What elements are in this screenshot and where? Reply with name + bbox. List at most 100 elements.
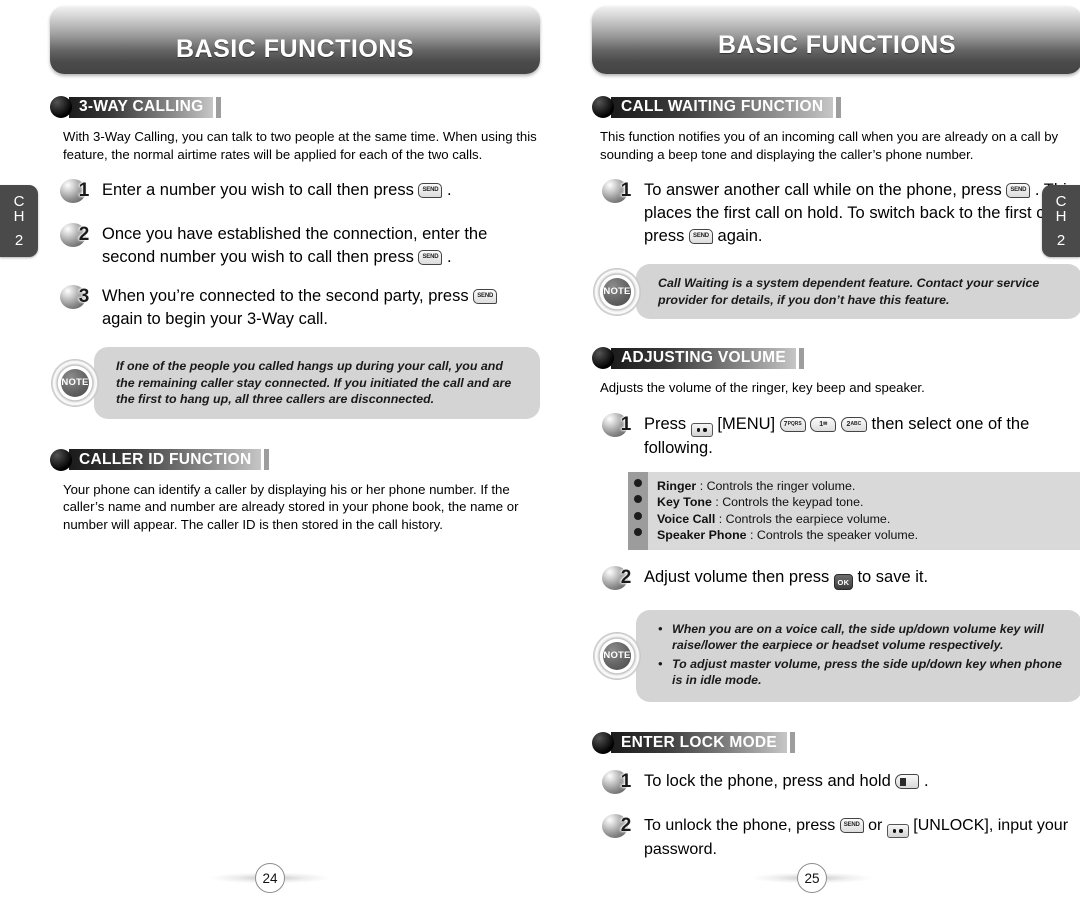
chapter-tab-right: C H 2	[1042, 185, 1080, 257]
key-7-sublabel: PQRS	[787, 420, 802, 427]
section-intro-adjusting-volume: Adjusts the volume of the ringer, key be…	[600, 380, 925, 395]
chapter-tab-letter-h: H	[13, 208, 25, 225]
step-number-badge: 1	[602, 411, 638, 441]
page-banner-left: BASIC FUNCTIONS	[50, 6, 540, 74]
note-box: NOTE • When you are on a voice call, the…	[594, 609, 1080, 702]
section-header-3way-calling: 3-WAY CALLING	[50, 96, 540, 118]
section-header-tick	[836, 96, 842, 118]
note-badge-icon: NOTE	[594, 268, 640, 315]
chapter-tab-letter-h: H	[1055, 208, 1067, 225]
chapter-tab-left: C H 2	[0, 185, 38, 257]
note-list-item: • When you are on a voice call, the side…	[658, 621, 1066, 654]
section-header-label: ADJUSTING VOLUME	[611, 347, 796, 369]
step-text: Adjust volume then press OK to save it.	[644, 564, 928, 590]
step-number: 2	[620, 566, 632, 588]
option-name: Speaker Phone	[657, 528, 747, 543]
send-key-icon: SEND	[1006, 183, 1031, 198]
step-number: 1	[620, 770, 632, 792]
note-badge-icon: NOTE	[594, 632, 640, 679]
chapter-tab-letter-c: C	[13, 193, 25, 210]
menu-key-label: [MENU]	[717, 414, 776, 433]
page-number-left: 24	[210, 861, 330, 895]
section-header-label: ENTER LOCK MODE	[611, 732, 788, 754]
note-badge-label: NOTE	[603, 641, 631, 670]
list-item: Speaker Phone : Controls the speaker vol…	[657, 527, 918, 544]
key-1-icon: 1✉	[810, 416, 837, 432]
section-header-tick	[264, 449, 270, 470]
menu-key-icon	[690, 422, 713, 437]
bullet-icon	[634, 495, 642, 504]
section-intro-3way: With 3-Way Calling, you can talk to two …	[63, 129, 537, 162]
note-text: Call Waiting is a system dependent featu…	[658, 276, 1040, 307]
banner-title: BASIC FUNCTIONS	[175, 35, 415, 63]
list-item: Key Tone : Controls the keypad tone.	[657, 494, 918, 511]
note-text: When you are on a voice call, the side u…	[672, 621, 1044, 653]
bullet-icon	[634, 528, 642, 537]
step-text: To answer another call while on the phon…	[644, 177, 1080, 248]
volume-options-box: Ringer : Controls the ringer volume. Key…	[628, 471, 1080, 550]
step-number: 2	[78, 224, 90, 245]
unlock-key-label: [UNLOCK],	[913, 816, 994, 834]
note-badge-label: NOTE	[603, 277, 631, 306]
step-number-badge: 1	[602, 177, 638, 207]
step-text-part1: Press	[644, 414, 687, 433]
page-number-value: 24	[255, 863, 285, 893]
note-box: NOTE Call Waiting is a system dependent …	[594, 264, 1080, 319]
step-number: 1	[620, 180, 632, 201]
key-7-icon: 7PQRS	[779, 416, 806, 432]
note-badge-label: NOTE	[61, 368, 89, 397]
bullet-dot-icon	[50, 448, 72, 471]
step-text-part2: .	[923, 771, 929, 790]
step-item: 1 Press [MENU] 7PQRS 1✉ 2ABC then select…	[592, 411, 1080, 460]
section-intro-caller-id: Your phone can identify a caller by disp…	[63, 481, 519, 532]
step-text-part2: to save it.	[857, 567, 929, 586]
step-item: 2 To unlock the phone, press SEND or [UN…	[592, 812, 1080, 861]
note-text: If one of the people you called hangs up…	[116, 359, 512, 406]
send-key-icon: SEND	[418, 183, 443, 198]
send-key-icon: SEND	[473, 289, 498, 304]
bullet-dot-icon	[50, 96, 72, 118]
step-text-part1: To lock the phone, press and hold	[644, 771, 891, 790]
step-number: 1	[620, 413, 632, 435]
step-number: 2	[620, 814, 632, 836]
option-name: Key Tone	[657, 495, 712, 510]
step-item: 2 Once you have established the connecti…	[50, 221, 540, 269]
send-key-icon: SEND	[688, 229, 713, 244]
section-header-caller-id: CALLER ID FUNCTION	[50, 448, 540, 471]
options-bullet-rail	[628, 471, 648, 550]
bullet-icon	[634, 511, 642, 520]
option-name: Voice Call	[657, 511, 716, 526]
option-desc: : Controls the earpiece volume.	[718, 511, 891, 526]
step-text: When you’re connected to the second part…	[102, 283, 540, 331]
step-number-badge: 3	[60, 283, 96, 313]
section-header-call-waiting: CALL WAITING FUNCTION	[592, 96, 1080, 118]
option-name: Ringer	[657, 478, 697, 493]
chapter-tab-number: 2	[14, 232, 24, 249]
step-number: 3	[78, 286, 90, 307]
section-header-tick	[790, 732, 796, 754]
chapter-tab-letter-c: C	[1055, 193, 1067, 210]
step-number-badge: 2	[60, 221, 96, 251]
step-item: 1 To answer another call while on the ph…	[592, 177, 1080, 248]
bullet-icon: •	[658, 656, 663, 671]
step-text: To unlock the phone, press SEND or [UNLO…	[644, 812, 1080, 861]
lock-key-icon	[895, 773, 920, 789]
bullet-dot-icon	[592, 96, 614, 118]
list-item: Ringer : Controls the ringer volume.	[657, 478, 918, 495]
step-number-badge: 2	[602, 812, 638, 842]
key-2-icon: 2ABC	[840, 416, 867, 432]
bullet-dot-icon	[592, 347, 614, 369]
step-item: 1 Enter a number you wish to call then p…	[50, 177, 540, 207]
page-number-right: 25	[752, 861, 872, 895]
ok-key-icon: OK	[833, 573, 853, 590]
list-item: Voice Call : Controls the earpiece volum…	[657, 511, 918, 528]
step-text-part2: .	[447, 181, 452, 199]
menu-key-icon	[886, 824, 909, 839]
section-intro-call-waiting: This function notifies you of an incomin…	[600, 129, 1059, 162]
section-header-tick	[798, 347, 804, 369]
section-header-label: CALLER ID FUNCTION	[69, 449, 262, 470]
page-number-value: 25	[797, 863, 827, 893]
step-text: Enter a number you wish to call then pre…	[102, 177, 452, 202]
note-text: To adjust master volume, press the side …	[672, 656, 1062, 688]
bullet-icon: •	[658, 621, 663, 636]
